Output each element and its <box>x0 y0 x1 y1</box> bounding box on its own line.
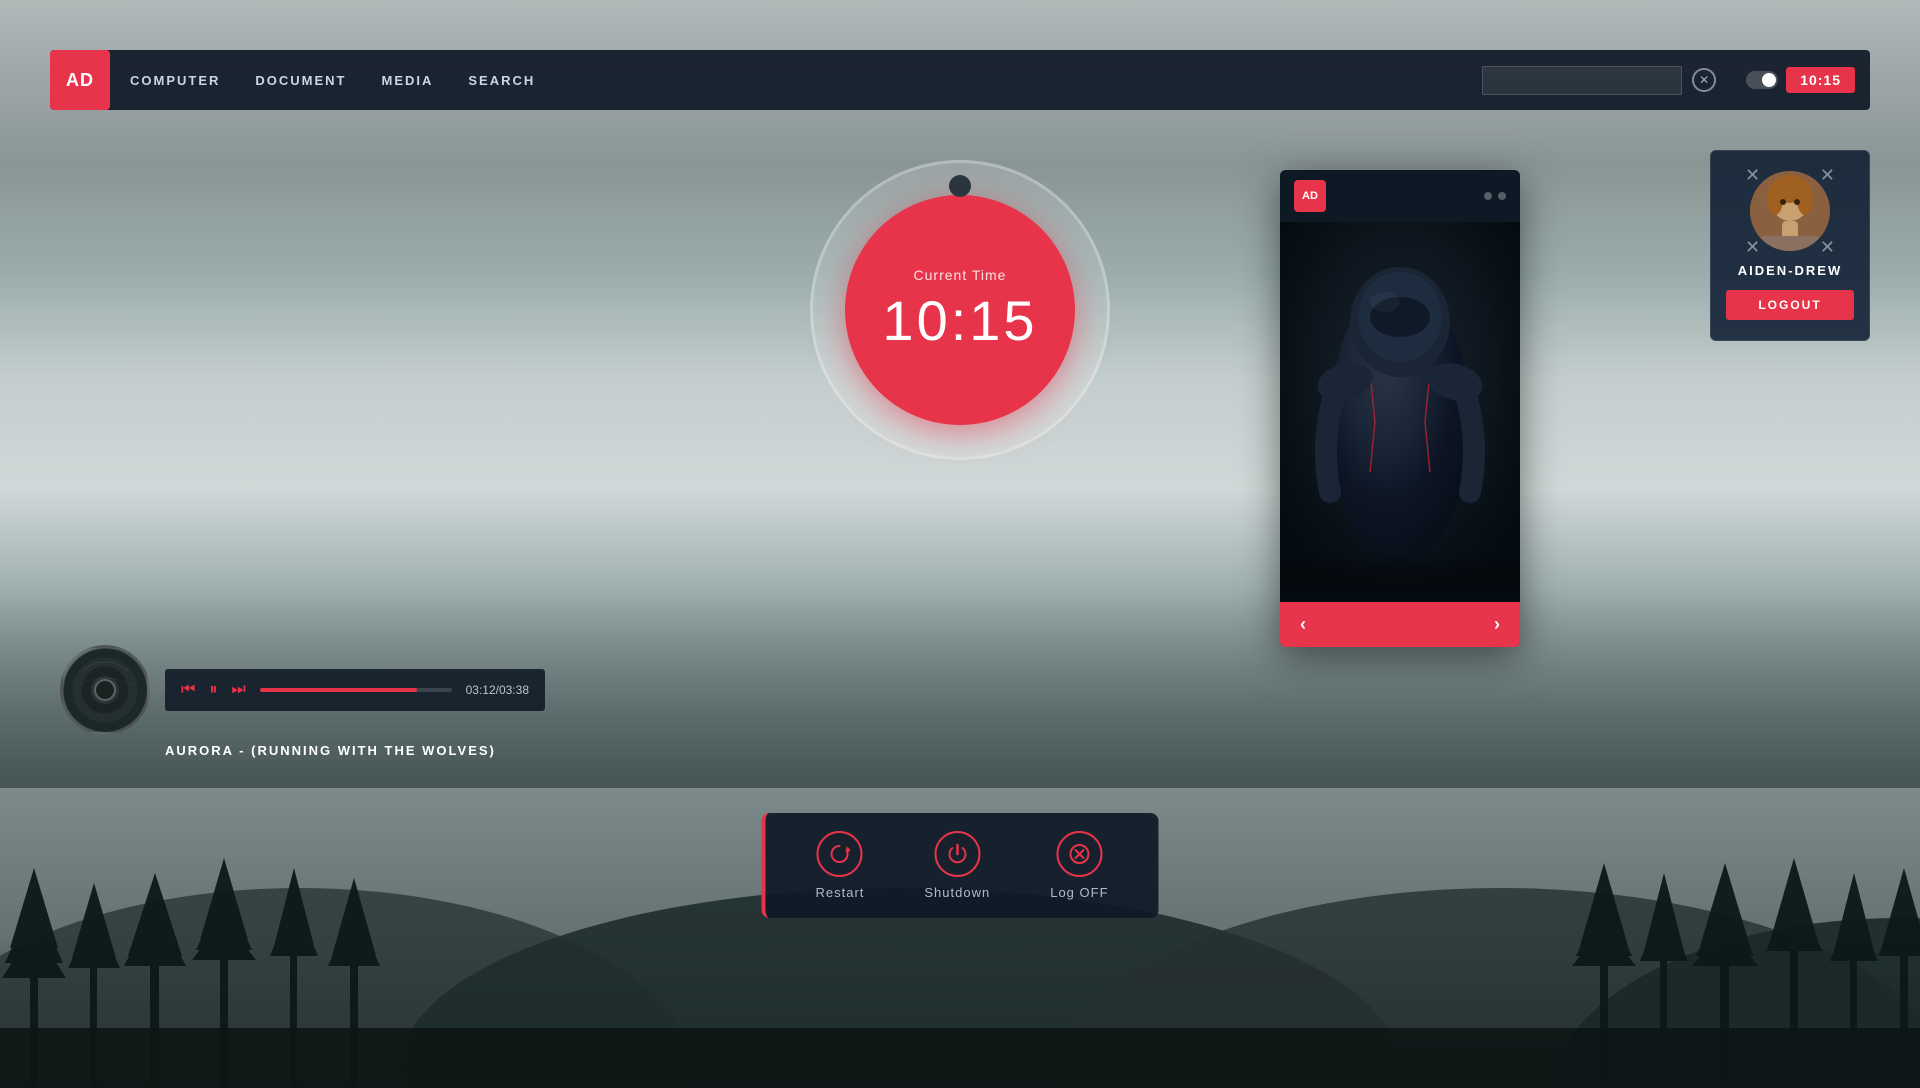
media-viewer-header: AD <box>1280 170 1520 222</box>
corner-mark-bl: ✕ <box>1745 238 1760 256</box>
corner-mark-tl: ✕ <box>1745 166 1760 184</box>
shutdown-svg-icon <box>945 842 969 866</box>
pause-button[interactable]: ⏸ <box>209 681 217 699</box>
media-nav: ‹ › <box>1280 602 1520 647</box>
player-row: ⏮ ⏸ ⏭ 03:12/03:38 <box>60 645 545 735</box>
media-next-button[interactable]: › <box>1494 614 1500 635</box>
media-logo-text: AD <box>1302 190 1318 202</box>
user-card: ✕ ✕ ✕ ✕ <box>1710 150 1870 341</box>
user-avatar-wrap: ✕ ✕ ✕ ✕ <box>1750 171 1830 251</box>
logoff-item[interactable]: Log OFF <box>1050 831 1108 900</box>
nav-computer[interactable]: COMPUTER <box>130 73 220 88</box>
track-title: AURORA - (RUNNING WITH THE WOLVES) <box>60 743 496 758</box>
logoff-svg-icon <box>1067 842 1091 866</box>
media-viewer: AD <box>1280 170 1520 647</box>
logoff-label: Log OFF <box>1050 885 1108 900</box>
corner-mark-br: ✕ <box>1820 238 1835 256</box>
nav-search[interactable]: SEARCH <box>468 73 535 88</box>
shutdown-icon <box>934 831 980 877</box>
nav-document[interactable]: DOCUMENT <box>255 73 346 88</box>
clock-widget: Current Time 10:15 <box>810 160 1110 460</box>
progress-fill <box>260 688 417 692</box>
username: AIDEN-DREW <box>1738 263 1843 278</box>
navbar: AD COMPUTER DOCUMENT MEDIA SEARCH ✕ 10:1… <box>50 50 1870 110</box>
forward-button[interactable]: ⏭ <box>231 681 245 699</box>
restart-item[interactable]: Restart <box>815 831 864 900</box>
restart-icon <box>817 831 863 877</box>
power-controls: Restart Shutdown Log OFF <box>761 813 1158 918</box>
media-content-image <box>1280 222 1520 602</box>
logoff-icon <box>1056 831 1102 877</box>
media-prev-button[interactable]: ‹ <box>1300 614 1306 635</box>
corner-mark-tr: ✕ <box>1820 166 1835 184</box>
clock-time: 10:15 <box>882 288 1037 353</box>
nav-search-area: ✕ <box>1482 66 1716 95</box>
vinyl-record-icon <box>63 645 147 735</box>
media-dot-2 <box>1498 192 1506 200</box>
avatar-image <box>1750 171 1830 251</box>
clock-outer-ring: Current Time 10:15 <box>810 160 1110 460</box>
player-controls-wrap: ⏮ ⏸ ⏭ 03:12/03:38 <box>165 669 545 711</box>
clock-indicator-dot <box>949 175 971 197</box>
logo-text: AD <box>66 70 94 91</box>
album-art <box>60 645 150 735</box>
search-clear-button[interactable]: ✕ <box>1692 68 1716 92</box>
progress-bar[interactable] <box>260 688 452 692</box>
restart-svg-icon <box>828 842 852 866</box>
nav-logo[interactable]: AD <box>50 50 110 110</box>
media-dots <box>1484 192 1506 200</box>
restart-label: Restart <box>815 885 864 900</box>
search-input[interactable] <box>1482 66 1682 95</box>
clock-label: Current Time <box>914 267 1007 283</box>
shutdown-label: Shutdown <box>924 885 990 900</box>
logout-button[interactable]: LOGOUT <box>1726 290 1854 320</box>
music-player: ⏮ ⏸ ⏭ 03:12/03:38 AURORA - (RUNNING WITH… <box>60 645 545 758</box>
player-controls: ⏮ ⏸ ⏭ 03:12/03:38 <box>165 669 545 711</box>
nav-time-area: 10:15 <box>1746 67 1855 93</box>
nav-links: COMPUTER DOCUMENT MEDIA SEARCH <box>130 73 1482 88</box>
media-image <box>1280 222 1520 602</box>
media-dot-1 <box>1484 192 1492 200</box>
time-toggle[interactable] <box>1746 71 1778 89</box>
shutdown-item[interactable]: Shutdown <box>924 831 990 900</box>
time-display: 03:12/03:38 <box>466 683 529 697</box>
user-avatar <box>1750 171 1830 251</box>
nav-media[interactable]: MEDIA <box>382 73 434 88</box>
rewind-button[interactable]: ⏮ <box>181 681 195 699</box>
media-viewer-logo: AD <box>1294 180 1326 212</box>
clock-face: Current Time 10:15 <box>845 195 1075 425</box>
nav-time-display: 10:15 <box>1786 67 1855 93</box>
